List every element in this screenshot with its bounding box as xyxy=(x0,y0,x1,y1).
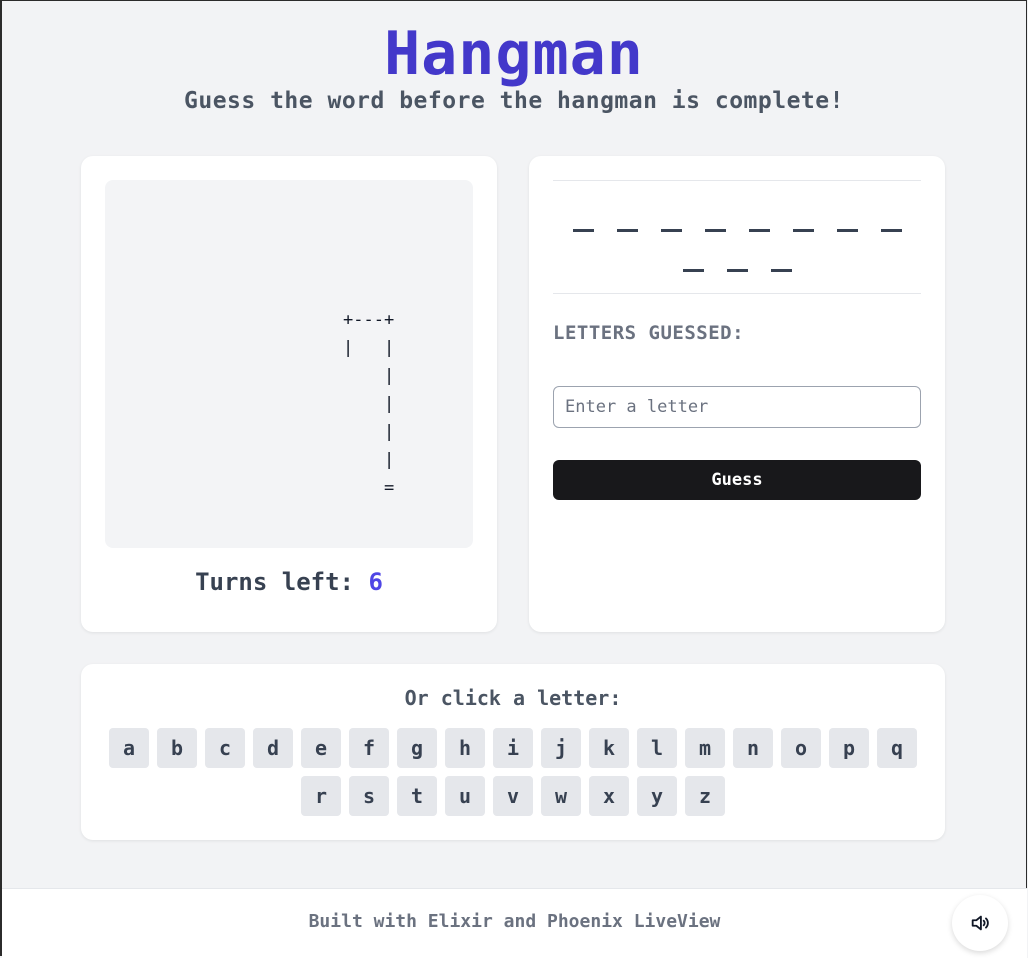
letter-key-g[interactable]: g xyxy=(397,728,437,768)
letter-key-j[interactable]: j xyxy=(541,728,581,768)
speaker-icon xyxy=(969,912,991,934)
letter-key-p[interactable]: p xyxy=(829,728,869,768)
gallows-card: +---+ | | | | | | = Turns left: 6 xyxy=(81,156,497,632)
word-letter-slot xyxy=(704,206,726,232)
turns-left-label: Turns left: xyxy=(195,568,355,596)
letter-key-q[interactable]: q xyxy=(877,728,917,768)
letter-keyboard: abcdefghijklmnopq rstuvwxyz xyxy=(105,728,921,816)
letter-key-v[interactable]: v xyxy=(493,776,533,816)
letter-key-y[interactable]: y xyxy=(637,776,677,816)
word-letter-slot xyxy=(726,246,748,272)
footer: Built with Elixir and Phoenix LiveView xyxy=(2,888,1027,958)
letters-guessed-label: LETTERS GUESSED: xyxy=(553,322,745,344)
turns-left-count: 6 xyxy=(368,568,383,596)
letter-key-k[interactable]: k xyxy=(589,728,629,768)
letter-key-w[interactable]: w xyxy=(541,776,581,816)
gallows-display: +---+ | | | | | | = xyxy=(105,180,473,548)
word-letter-slot xyxy=(748,206,770,232)
letter-key-e[interactable]: e xyxy=(301,728,341,768)
word-letter-slot xyxy=(792,206,814,232)
letter-input[interactable] xyxy=(553,386,921,428)
word-letter-slot xyxy=(770,246,792,272)
letter-key-n[interactable]: n xyxy=(733,728,773,768)
letter-keyboard-card: Or click a letter: abcdefghijklmnopq rstu… xyxy=(81,664,945,840)
letter-key-t[interactable]: t xyxy=(397,776,437,816)
word-display xyxy=(553,206,921,272)
word-letter-slot xyxy=(616,206,638,232)
letter-key-h[interactable]: h xyxy=(445,728,485,768)
letter-key-u[interactable]: u xyxy=(445,776,485,816)
word-letter-slot xyxy=(836,206,858,232)
sound-toggle-button[interactable] xyxy=(952,895,1008,951)
turns-left-display: Turns left: 6 xyxy=(81,568,497,596)
letter-key-d[interactable]: d xyxy=(253,728,293,768)
keyboard-label: Or click a letter: xyxy=(404,686,622,710)
letter-key-x[interactable]: x xyxy=(589,776,629,816)
word-letter-slot xyxy=(682,246,704,272)
word-letter-slot xyxy=(880,206,902,232)
guess-button[interactable]: Guess xyxy=(553,460,921,500)
letter-key-m[interactable]: m xyxy=(685,728,725,768)
letter-key-r[interactable]: r xyxy=(301,776,341,816)
letter-key-s[interactable]: s xyxy=(349,776,389,816)
letter-key-l[interactable]: l xyxy=(637,728,677,768)
word-letter-slot xyxy=(660,206,682,232)
word-card: LETTERS GUESSED: Guess xyxy=(529,156,945,632)
gallows-ascii-art: +---+ | | | | | | = xyxy=(343,310,395,498)
footer-text: Built with Elixir and Phoenix LiveView xyxy=(308,911,721,932)
page-subtitle: Guess the word before the hangman is com… xyxy=(184,88,844,114)
letter-key-a[interactable]: a xyxy=(109,728,149,768)
word-letter-slot xyxy=(572,206,594,232)
letter-key-i[interactable]: i xyxy=(493,728,533,768)
letter-key-f[interactable]: f xyxy=(349,728,389,768)
letter-key-c[interactable]: c xyxy=(205,728,245,768)
divider-top xyxy=(553,180,921,181)
divider-bottom xyxy=(553,293,921,294)
letter-key-b[interactable]: b xyxy=(157,728,197,768)
page-title: Hangman xyxy=(384,19,644,89)
letter-key-o[interactable]: o xyxy=(781,728,821,768)
letter-key-z[interactable]: z xyxy=(685,776,725,816)
